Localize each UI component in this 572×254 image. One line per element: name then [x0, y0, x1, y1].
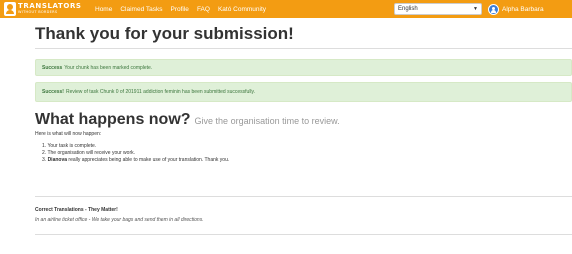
- nav-kato-community[interactable]: Kató Community: [218, 6, 266, 13]
- navbar: TRANSLATORS WITHOUT BORDERS Home Claimed…: [0, 0, 572, 18]
- alert-text: Review of task Chunk 0 of 201911 addicti…: [65, 89, 256, 95]
- step-item: 1. Your task is complete.: [42, 143, 97, 149]
- logo-text: TRANSLATORS WITHOUT BORDERS: [18, 3, 82, 15]
- language-select-value: English: [398, 6, 418, 12]
- next-heading: What happens now? Give the organisation t…: [35, 111, 340, 129]
- success-alert-review: Success! Review of task Chunk 0 of 20191…: [35, 82, 572, 102]
- language-select[interactable]: English ▼: [394, 3, 482, 15]
- footer-title: Correct Translations - They Matter!: [35, 207, 118, 213]
- organisation-name: Dianova: [47, 157, 68, 163]
- success-alert-chunk: Success Your chunk has been marked compl…: [35, 59, 572, 76]
- nav-profile[interactable]: Profile: [171, 6, 189, 13]
- step-item: 3. Dianova really appreciates being able…: [42, 157, 229, 164]
- nav-claimed-tasks[interactable]: Claimed Tasks: [120, 6, 162, 13]
- user-avatar-icon: [488, 3, 499, 15]
- alert-strong: Success!: [42, 89, 64, 95]
- divider: [35, 48, 572, 49]
- alert-strong: Success: [42, 64, 63, 71]
- chevron-down-icon: ▼: [473, 6, 478, 12]
- nav-links: Home Claimed Tasks Profile FAQ Kató Comm…: [95, 0, 274, 18]
- divider: [35, 196, 572, 197]
- next-title: What happens now?: [35, 111, 191, 128]
- page-title: Thank you for your submission!: [35, 24, 294, 43]
- nav-faq[interactable]: FAQ: [197, 6, 210, 13]
- user-menu[interactable]: Alpha Barbara: [488, 2, 544, 16]
- user-name[interactable]: Alpha Barbara: [502, 6, 544, 13]
- nav-home[interactable]: Home: [95, 6, 112, 13]
- next-intro: Here is what will now happen:: [35, 131, 102, 137]
- footer-quote: In an airline ticket office - We take yo…: [35, 217, 204, 223]
- step-item: 2. The organisation will receive your wo…: [42, 150, 136, 156]
- step-text: really appreciates being able to make us…: [68, 157, 230, 163]
- logo[interactable]: TRANSLATORS WITHOUT BORDERS: [4, 1, 82, 17]
- divider: [35, 234, 572, 235]
- steps-list: 1. Your task is complete. 2. The organis…: [42, 143, 229, 164]
- logo-main-text: TRANSLATORS: [18, 2, 82, 11]
- logo-sub-text: WITHOUT BORDERS: [18, 10, 58, 15]
- logo-icon: [4, 2, 16, 16]
- step-number: 3.: [42, 157, 47, 163]
- next-subtitle: Give the organisation time to review.: [194, 116, 340, 126]
- alert-text: Your chunk has been marked complete.: [64, 64, 153, 71]
